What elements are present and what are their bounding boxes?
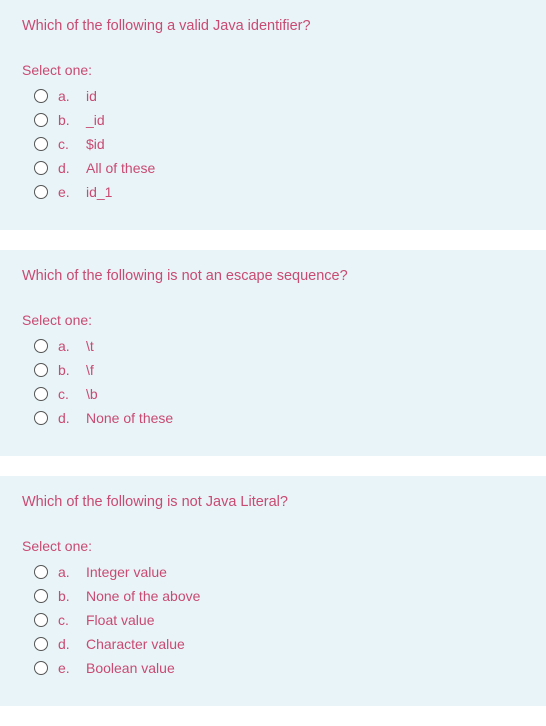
question-text: Which of the following a valid Java iden… xyxy=(22,18,524,34)
option-text: Boolean value xyxy=(86,660,175,676)
option-row[interactable]: a.Integer value xyxy=(34,564,524,580)
option-letter: a. xyxy=(58,338,86,354)
option-row[interactable]: d.Character value xyxy=(34,636,524,652)
question-block: Which of the following a valid Java iden… xyxy=(0,0,546,230)
radio-icon[interactable] xyxy=(34,661,48,675)
option-letter: b. xyxy=(58,588,86,604)
options-list: a.idb._idc.$idd.All of thesee.id_1 xyxy=(22,88,524,200)
option-letter: b. xyxy=(58,362,86,378)
option-row[interactable]: c.Float value xyxy=(34,612,524,628)
option-letter: a. xyxy=(58,564,86,580)
radio-icon[interactable] xyxy=(34,363,48,377)
option-letter: c. xyxy=(58,386,86,402)
radio-icon[interactable] xyxy=(34,161,48,175)
radio-icon[interactable] xyxy=(34,339,48,353)
option-text: \f xyxy=(86,362,94,378)
radio-icon[interactable] xyxy=(34,113,48,127)
option-letter: a. xyxy=(58,88,86,104)
question-block: Which of the following is not an escape … xyxy=(0,250,546,456)
options-list: a.\tb.\fc.\bd.None of these xyxy=(22,338,524,426)
option-letter: d. xyxy=(58,636,86,652)
option-letter: b. xyxy=(58,112,86,128)
select-prompt: Select one: xyxy=(22,62,524,78)
option-row[interactable]: b._id xyxy=(34,112,524,128)
radio-icon[interactable] xyxy=(34,411,48,425)
option-letter: d. xyxy=(58,160,86,176)
option-text: \t xyxy=(86,338,94,354)
option-letter: e. xyxy=(58,184,86,200)
option-row[interactable]: d.All of these xyxy=(34,160,524,176)
option-row[interactable]: d.None of these xyxy=(34,410,524,426)
option-letter: d. xyxy=(58,410,86,426)
option-row[interactable]: b.None of the above xyxy=(34,588,524,604)
question-block: Which of the following is not Java Liter… xyxy=(0,476,546,706)
radio-icon[interactable] xyxy=(34,589,48,603)
option-text: Integer value xyxy=(86,564,167,580)
option-letter: c. xyxy=(58,612,86,628)
option-row[interactable]: c.\b xyxy=(34,386,524,402)
question-text: Which of the following is not Java Liter… xyxy=(22,494,524,510)
option-row[interactable]: a.id xyxy=(34,88,524,104)
radio-icon[interactable] xyxy=(34,565,48,579)
option-row[interactable]: e.id_1 xyxy=(34,184,524,200)
option-text: None of these xyxy=(86,410,173,426)
option-text: id_1 xyxy=(86,184,112,200)
radio-icon[interactable] xyxy=(34,137,48,151)
option-letter: c. xyxy=(58,136,86,152)
option-text: Float value xyxy=(86,612,154,628)
select-prompt: Select one: xyxy=(22,538,524,554)
options-list: a.Integer valueb.None of the abovec.Floa… xyxy=(22,564,524,676)
option-text: All of these xyxy=(86,160,155,176)
option-row[interactable]: e.Boolean value xyxy=(34,660,524,676)
option-text: \b xyxy=(86,386,98,402)
option-text: id xyxy=(86,88,97,104)
radio-icon[interactable] xyxy=(34,387,48,401)
option-row[interactable]: c.$id xyxy=(34,136,524,152)
radio-icon[interactable] xyxy=(34,637,48,651)
option-text: _id xyxy=(86,112,105,128)
option-row[interactable]: b.\f xyxy=(34,362,524,378)
option-letter: e. xyxy=(58,660,86,676)
radio-icon[interactable] xyxy=(34,185,48,199)
radio-icon[interactable] xyxy=(34,613,48,627)
option-text: Character value xyxy=(86,636,185,652)
option-text: $id xyxy=(86,136,105,152)
question-text: Which of the following is not an escape … xyxy=(22,268,524,284)
radio-icon[interactable] xyxy=(34,89,48,103)
select-prompt: Select one: xyxy=(22,312,524,328)
option-text: None of the above xyxy=(86,588,200,604)
option-row[interactable]: a.\t xyxy=(34,338,524,354)
